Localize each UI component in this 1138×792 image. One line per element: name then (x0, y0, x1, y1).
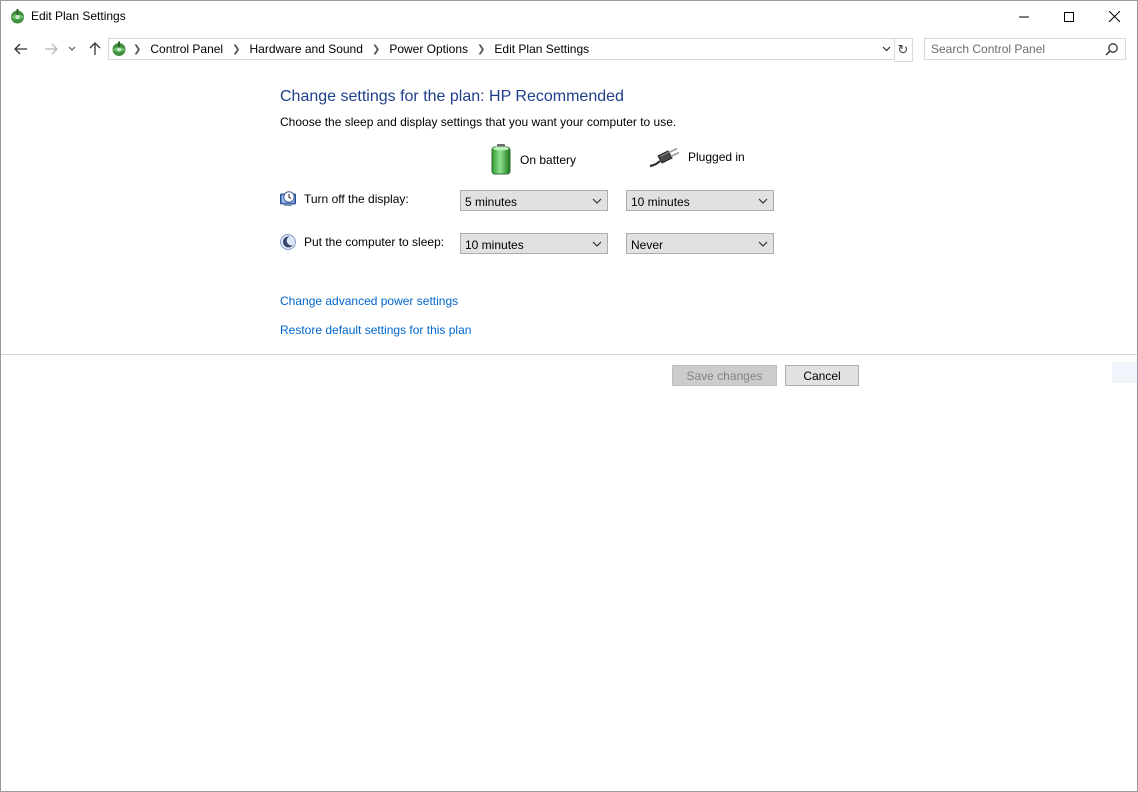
sleep-timeout-label: Put the computer to sleep: (304, 235, 445, 249)
refresh-icon: ↻ (897, 42, 909, 57)
chevron-down-icon (68, 46, 76, 51)
arrow-up-icon (89, 42, 101, 55)
address-dropdown-button[interactable] (879, 41, 893, 57)
save-changes-button[interactable]: Save changes (672, 365, 777, 386)
chevron-down-icon (592, 241, 602, 247)
display-plugged-in-value: 10 minutes (631, 195, 690, 209)
address-bar[interactable]: ❯ Control Panel ❯ Hardware and Sound ❯ P… (108, 38, 895, 60)
forward-button[interactable] (41, 39, 61, 59)
up-button[interactable] (85, 39, 105, 59)
breadcrumb-separator-icon[interactable]: ❯ (477, 44, 485, 55)
column-header-plugged-in: Plugged in (648, 144, 745, 170)
breadcrumb-control-panel[interactable]: Control Panel (150, 42, 223, 56)
battery-icon (491, 144, 511, 175)
page-description: Choose the sleep and display settings th… (280, 115, 677, 129)
power-plug-icon (649, 147, 680, 168)
breadcrumb-separator-icon[interactable]: ❯ (372, 44, 380, 55)
sleep-plugged-in-value: Never (631, 238, 664, 252)
advanced-power-settings-link[interactable]: Change advanced power settings (280, 294, 458, 308)
window-title: Edit Plan Settings (31, 9, 126, 23)
display-timeout-icon (280, 191, 296, 206)
chevron-down-icon (758, 241, 768, 247)
sleep-on-battery-value: 10 minutes (465, 238, 524, 252)
display-plugged-in-select[interactable]: 10 minutes (626, 190, 774, 211)
sleep-timeout-row: Put the computer to sleep: (280, 234, 444, 250)
back-button[interactable] (11, 39, 31, 59)
breadcrumb-separator-icon[interactable]: ❯ (232, 44, 240, 55)
page-title: Change settings for the plan: HP Recomme… (280, 88, 624, 105)
display-timeout-label: Turn off the display: (304, 192, 409, 206)
side-panel-stub (1112, 362, 1137, 383)
display-on-battery-value: 5 minutes (465, 195, 518, 209)
sleep-on-battery-select[interactable]: 10 minutes (460, 233, 608, 254)
minimize-button[interactable] (1001, 1, 1047, 32)
breadcrumb-hardware-and-sound[interactable]: Hardware and Sound (250, 42, 363, 56)
sleep-moon-icon (280, 234, 296, 250)
minimize-icon (1019, 16, 1029, 17)
close-button[interactable] (1091, 1, 1137, 32)
refresh-button[interactable]: ↻ (894, 38, 913, 62)
window: Edit Plan Settings ❯ Control Panel ❯ Har… (0, 0, 1138, 792)
breadcrumb-edit-plan-settings[interactable]: Edit Plan Settings (494, 42, 589, 56)
search-box[interactable] (924, 38, 1126, 60)
maximize-icon (1064, 11, 1074, 22)
chevron-down-icon (758, 198, 768, 204)
display-on-battery-select[interactable]: 5 minutes (460, 190, 608, 211)
on-battery-label: On battery (520, 152, 577, 167)
close-icon (1108, 11, 1120, 22)
search-icon[interactable] (1105, 42, 1119, 56)
arrow-left-icon (14, 43, 27, 55)
chevron-down-icon (882, 46, 890, 52)
restore-defaults-link[interactable]: Restore default settings for this plan (280, 323, 471, 337)
column-header-on-battery: On battery (490, 144, 576, 175)
display-timeout-row: Turn off the display: (280, 191, 409, 207)
sleep-plugged-in-select[interactable]: Never (626, 233, 774, 254)
breadcrumb-separator-icon[interactable]: ❯ (133, 44, 141, 55)
chevron-down-icon (592, 198, 602, 204)
arrow-right-icon (45, 43, 58, 55)
breadcrumb: ❯ Control Panel ❯ Hardware and Sound ❯ P… (133, 42, 598, 56)
plugged-in-label: Plugged in (688, 150, 745, 164)
cancel-button[interactable]: Cancel (785, 365, 859, 386)
search-input[interactable] (931, 40, 1101, 58)
recent-locations-button[interactable] (65, 39, 79, 59)
navigation-bar: ❯ Control Panel ❯ Hardware and Sound ❯ P… (1, 36, 1137, 62)
divider (1, 354, 1137, 355)
breadcrumb-power-options[interactable]: Power Options (389, 42, 468, 56)
maximize-button[interactable] (1046, 1, 1092, 32)
power-options-icon (11, 9, 24, 24)
control-panel-icon (112, 41, 126, 56)
title-bar[interactable]: Edit Plan Settings (1, 1, 1137, 32)
